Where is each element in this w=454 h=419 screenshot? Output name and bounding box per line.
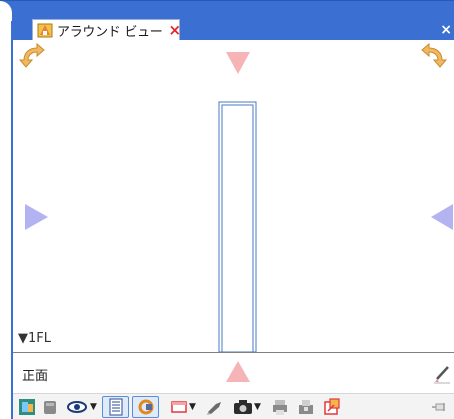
camera-icon[interactable]: ▼ <box>227 396 267 418</box>
rotate-lock-icon[interactable] <box>132 395 159 418</box>
tab-title: アラウンド ビュー <box>57 24 163 40</box>
view-right-arrow-icon[interactable] <box>431 204 453 230</box>
around-view-app-icon <box>37 22 53 38</box>
dimension-icon[interactable] <box>102 395 129 418</box>
face-label: 正面 <box>22 369 49 384</box>
tab-around-view[interactable]: アラウンド ビュー × <box>32 19 181 40</box>
paint-brush-icon[interactable] <box>203 396 227 418</box>
rotate-left-icon[interactable] <box>18 42 45 68</box>
window-frame-top <box>0 0 454 22</box>
level-label[interactable]: ▼1FL <box>18 331 51 346</box>
view-bottom-arrow-icon[interactable] <box>224 360 252 384</box>
model-view-icon[interactable] <box>16 396 38 418</box>
print-icon[interactable] <box>267 396 293 418</box>
pin-icon[interactable] <box>428 396 450 418</box>
chevron-down-icon[interactable]: ▼ <box>90 402 97 412</box>
frame-close-icon[interactable]: × <box>440 22 452 38</box>
view-top-arrow-icon[interactable] <box>226 52 250 74</box>
tab-close-icon[interactable]: × <box>168 22 181 38</box>
view-divider <box>13 352 454 353</box>
chevron-down-icon[interactable]: ▼ <box>254 402 261 412</box>
layer-icon[interactable] <box>38 396 62 418</box>
around-view-viewport[interactable] <box>13 40 454 352</box>
view-left-arrow-icon[interactable] <box>25 204 48 230</box>
rotate-right-icon[interactable] <box>421 42 448 68</box>
around-view-window: × アラウンド ビュー × ▼1FL 正面 ▼ ▼ ▼ <box>0 0 454 419</box>
frame-corner <box>0 1 12 22</box>
display-frame-icon[interactable]: ▼ <box>163 396 203 418</box>
export-icon[interactable] <box>293 396 319 418</box>
visibility-eye-icon[interactable]: ▼ <box>62 396 102 418</box>
column-elevation <box>218 101 257 352</box>
chevron-down-icon[interactable]: ▼ <box>189 402 196 412</box>
eyedropper-icon[interactable] <box>432 364 452 386</box>
view-toolbar: ▼ ▼ ▼ <box>13 393 454 419</box>
settings-icon[interactable] <box>319 396 345 418</box>
